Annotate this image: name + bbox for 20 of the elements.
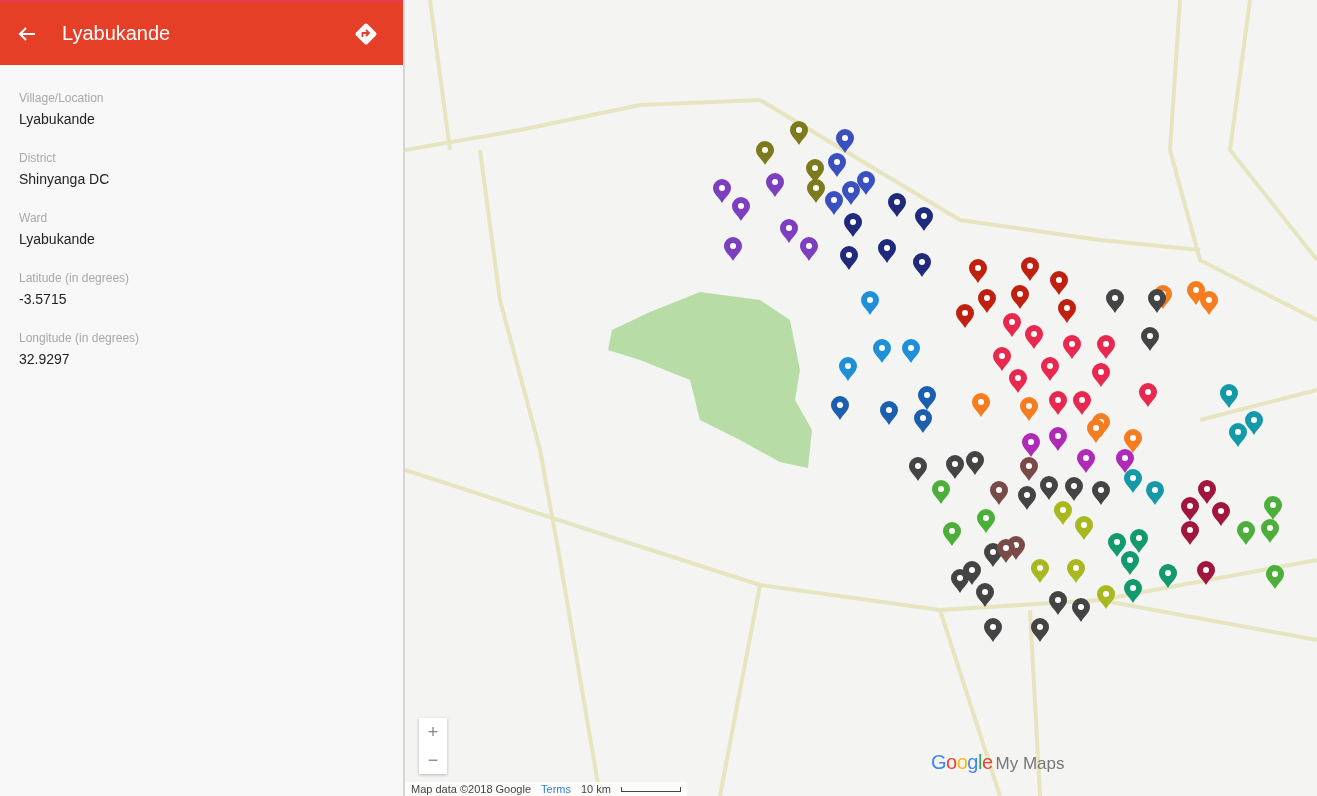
field-label: Village/Location xyxy=(19,91,105,105)
terms-link[interactable]: Terms xyxy=(541,783,571,795)
field-label: Longitude (in degrees) xyxy=(19,331,141,345)
field-value: Lyabukande xyxy=(19,231,96,247)
scale-bar xyxy=(620,786,681,792)
back-arrow-icon xyxy=(18,25,36,42)
field-value: 32.9297 xyxy=(19,351,71,367)
logo-product-name: My Maps xyxy=(995,754,1065,774)
field-value: Lyabukande xyxy=(19,111,96,127)
logo-wordmark: Google xyxy=(931,751,993,774)
scale-label: 10 km xyxy=(581,783,611,795)
field-value: Shinyanga DC xyxy=(19,171,111,187)
field-value: -3.5715 xyxy=(19,291,68,307)
field-label: District xyxy=(19,151,57,165)
field-label: Ward xyxy=(19,211,49,225)
zoom-out-button[interactable]: − xyxy=(419,746,447,774)
header-title: Lyabukande xyxy=(62,22,172,45)
field-label: Latitude (in degrees) xyxy=(19,271,131,285)
map-data-text: Map data ©2018 Google xyxy=(411,783,532,795)
zoom-in-button[interactable]: + xyxy=(419,718,447,746)
